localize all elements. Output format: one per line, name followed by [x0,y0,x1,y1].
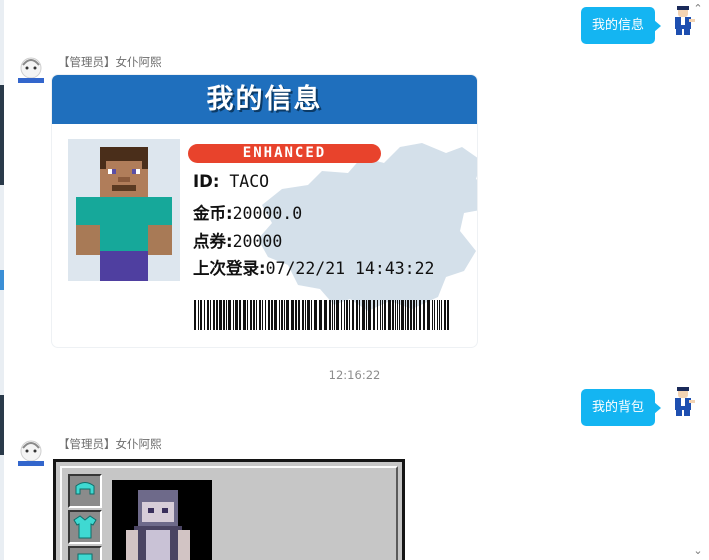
diamond-chestplate-icon [73,515,97,539]
outgoing-message-bubble[interactable]: 我的信息 [581,7,662,44]
message-timestamp: 12:16:22 [328,368,381,382]
info-row-last-login: 上次登录:07/22/21 14:43:22 [193,259,435,278]
message-text: 我的信息 [592,18,645,33]
profile-card: 我的信息 ENHANCED ID: TACO 金币:20000.0 点券:200… [52,75,477,347]
armor-slot-leggings [68,546,102,560]
message-text: 我的背包 [592,400,645,415]
character-preview [112,480,212,560]
info-row-points: 点券:20000 [193,232,283,251]
user-avatar[interactable] [670,386,696,418]
armor-slot-chestplate [68,510,102,544]
card-header: 我的信息 [52,75,477,124]
bot-avatar[interactable] [14,53,48,87]
card-title: 我的信息 [206,84,323,115]
inventory-image [53,459,405,560]
diamond-leggings-icon [77,553,93,560]
armor-slot-helmet [68,474,102,508]
sender-name: 【管理员】女仆阿熙 [58,437,162,451]
map-watermark [258,143,477,311]
user-avatar[interactable] [670,5,696,37]
player-skin-image [68,139,180,281]
diamond-helmet-icon [75,482,95,495]
chevron-down-icon[interactable]: ⌄ [691,544,705,558]
outgoing-message-bubble[interactable]: 我的背包 [581,389,662,426]
info-row-id: ID: TACO [193,172,270,191]
bot-avatar[interactable] [14,436,48,470]
status-badge: ENHANCED [188,144,381,163]
barcode [194,300,449,330]
inventory-panel [60,466,398,560]
sender-name: 【管理员】女仆阿熙 [58,55,162,69]
info-row-coins: 金币:20000.0 [193,204,303,223]
window-left-edge [0,0,4,560]
